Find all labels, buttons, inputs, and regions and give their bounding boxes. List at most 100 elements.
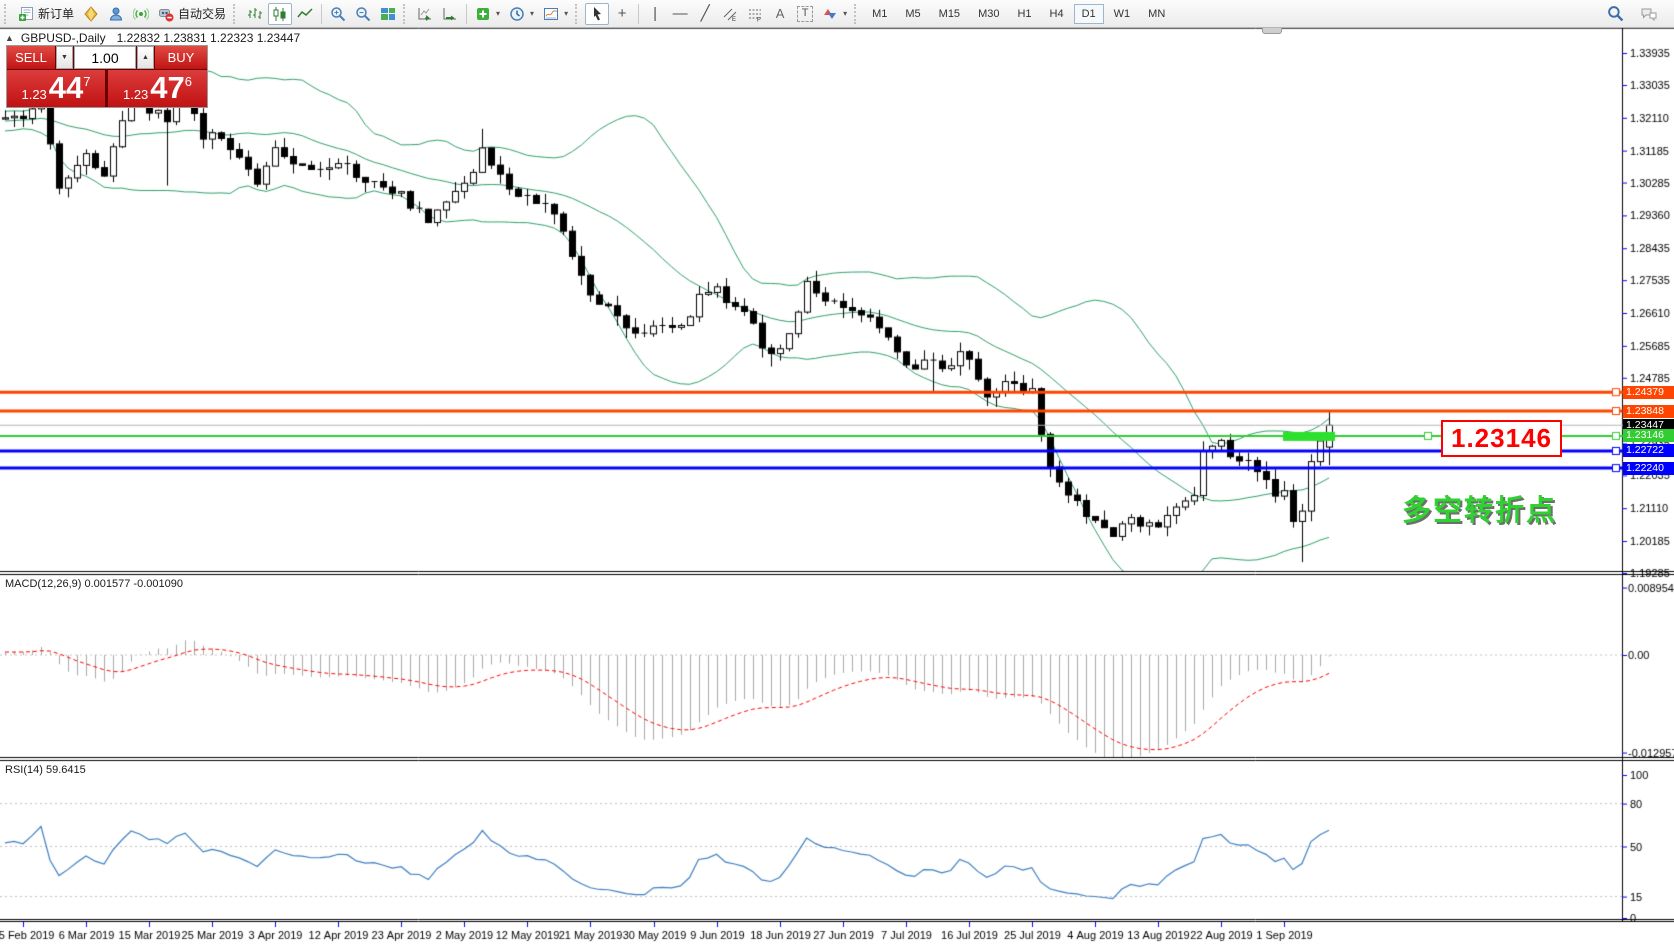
zoom-out-button[interactable] xyxy=(351,3,375,25)
trendline-icon: ╱ xyxy=(697,6,713,22)
auto-scroll-button[interactable] xyxy=(413,3,437,25)
bar-chart-icon xyxy=(247,6,263,22)
timeframe-m15-button[interactable]: M15 xyxy=(931,4,968,24)
buy-button[interactable]: BUY xyxy=(155,46,207,69)
price-callout[interactable]: 1.23146 xyxy=(1441,420,1562,457)
candlestick-chart-icon xyxy=(272,6,288,22)
sell-label: SELL xyxy=(15,50,47,65)
buy-label: BUY xyxy=(168,50,195,65)
templates-button[interactable]: ▾ xyxy=(539,3,572,25)
sell-price-small: 1.23 xyxy=(21,87,46,102)
timeframe-d1-button[interactable]: D1 xyxy=(1074,4,1104,24)
chart-window: ▲ GBPUSD-,Daily 1.22832 1.23831 1.22323 … xyxy=(0,28,1674,949)
signals-button[interactable] xyxy=(129,3,153,25)
timeframe-w1-button[interactable]: W1 xyxy=(1106,4,1139,24)
rsi-indicator-label: RSI(14) 59.6415 xyxy=(5,764,86,776)
annotation-text[interactable]: 多空转折点 xyxy=(1402,487,1557,529)
market-button[interactable] xyxy=(79,3,103,25)
sell-price-display[interactable]: 1.23447 xyxy=(7,70,105,107)
volume-down-button[interactable]: ▼ xyxy=(56,46,73,69)
chevron-down-icon: ▾ xyxy=(530,9,534,18)
bar-chart-button[interactable] xyxy=(243,3,267,25)
splitter-handle[interactable] xyxy=(1262,28,1282,34)
arrow-up-icon: ▲ xyxy=(142,54,149,61)
chevron-down-icon: ▾ xyxy=(496,9,500,18)
chat-icon xyxy=(1640,6,1658,22)
sell-button[interactable]: SELL xyxy=(7,46,55,69)
macd-indicator-label: MACD(12,26,9) 0.001577 -0.001090 xyxy=(5,578,183,590)
candlestick-chart-button[interactable] xyxy=(268,3,292,25)
tile-windows-icon xyxy=(380,6,396,22)
toolbar-separator xyxy=(321,4,322,24)
indicators-button[interactable]: ▾ xyxy=(471,3,504,25)
timeframe-h1-button[interactable]: H1 xyxy=(1009,4,1039,24)
autotrading-icon xyxy=(158,6,174,22)
auto-scroll-icon xyxy=(417,6,433,22)
timeframe-m5-button[interactable]: M5 xyxy=(897,4,928,24)
svg-text:F: F xyxy=(757,17,761,22)
new-order-label: 新订单 xyxy=(38,5,74,22)
arrows-icon xyxy=(822,6,838,22)
toolbar-separator xyxy=(466,4,467,24)
autotrading-label: 自动交易 xyxy=(178,5,226,22)
community-icon xyxy=(108,6,124,22)
vertical-line-button[interactable]: | xyxy=(643,3,667,25)
toolbar-separator xyxy=(638,4,639,24)
buy-price-display[interactable]: 1.23476 xyxy=(108,70,207,107)
search-button[interactable] xyxy=(1603,3,1628,25)
chevron-down-icon: ▾ xyxy=(843,9,847,18)
text-icon: A xyxy=(772,6,788,22)
tile-windows-button[interactable] xyxy=(376,3,400,25)
chart-ohlc-values: 1.22832 1.23831 1.22323 1.23447 xyxy=(117,31,301,45)
main-toolbar: 新订单 自动交易 ▾ ▾ xyxy=(0,0,1674,28)
toolbar-grip xyxy=(233,4,238,24)
text-button[interactable]: A xyxy=(768,3,792,25)
volume-input[interactable] xyxy=(74,46,136,69)
chevron-down-icon: ▾ xyxy=(564,9,568,18)
text-label-icon: T xyxy=(797,6,813,22)
autotrading-button[interactable]: 自动交易 xyxy=(154,3,230,25)
arrow-down-icon: ▼ xyxy=(61,54,68,61)
add-indicator-icon xyxy=(475,6,491,22)
buy-price-pip: 6 xyxy=(185,74,192,107)
timeframe-m1-button[interactable]: M1 xyxy=(864,4,895,24)
search-icon xyxy=(1607,5,1624,22)
toolbar-right-group xyxy=(1603,3,1672,25)
channel-button[interactable]: E xyxy=(718,3,742,25)
trendline-button[interactable]: ╱ xyxy=(693,3,717,25)
fibonacci-button[interactable]: F xyxy=(743,3,767,25)
volume-up-button[interactable]: ▲ xyxy=(137,46,154,69)
timeframe-mn-button[interactable]: MN xyxy=(1140,4,1173,24)
chart-symbol-title: GBPUSD-,Daily xyxy=(21,31,106,45)
cursor-button[interactable] xyxy=(585,3,609,25)
clock-icon xyxy=(509,6,525,22)
signals-icon xyxy=(133,6,149,22)
horizontal-line-button[interactable]: — xyxy=(668,3,692,25)
toolbar-grip xyxy=(403,4,408,24)
cursor-icon xyxy=(589,6,605,22)
template-icon xyxy=(543,6,559,22)
timeframe-h4-button[interactable]: H4 xyxy=(1042,4,1072,24)
timeframe-group: M1M5M15M30H1H4D1W1MN xyxy=(864,4,1173,24)
timeframe-m30-button[interactable]: M30 xyxy=(970,4,1007,24)
chart-title-bar: ▲ GBPUSD-,Daily 1.22832 1.23831 1.22323 … xyxy=(5,31,300,45)
chat-button[interactable] xyxy=(1636,3,1662,25)
text-label-button[interactable]: T xyxy=(793,3,817,25)
sell-price-pip: 7 xyxy=(83,74,90,107)
toolbar-grip xyxy=(854,4,859,24)
chart-shift-button[interactable] xyxy=(438,3,462,25)
buy-price-big: 47 xyxy=(150,70,184,107)
crosshair-icon: + xyxy=(614,6,630,22)
fibonacci-icon: F xyxy=(747,6,763,22)
collapse-panel-icon[interactable]: ▲ xyxy=(5,33,14,43)
crosshair-button[interactable]: + xyxy=(610,3,634,25)
new-order-button[interactable]: 新订单 xyxy=(14,3,78,25)
market-icon xyxy=(83,6,99,22)
community-button[interactable] xyxy=(104,3,128,25)
line-chart-button[interactable] xyxy=(293,3,317,25)
arrows-button[interactable]: ▾ xyxy=(818,3,851,25)
periods-button[interactable]: ▾ xyxy=(505,3,538,25)
zoom-in-button[interactable] xyxy=(326,3,350,25)
equidistant-channel-icon: E xyxy=(722,6,738,22)
buy-price-small: 1.23 xyxy=(123,87,148,102)
